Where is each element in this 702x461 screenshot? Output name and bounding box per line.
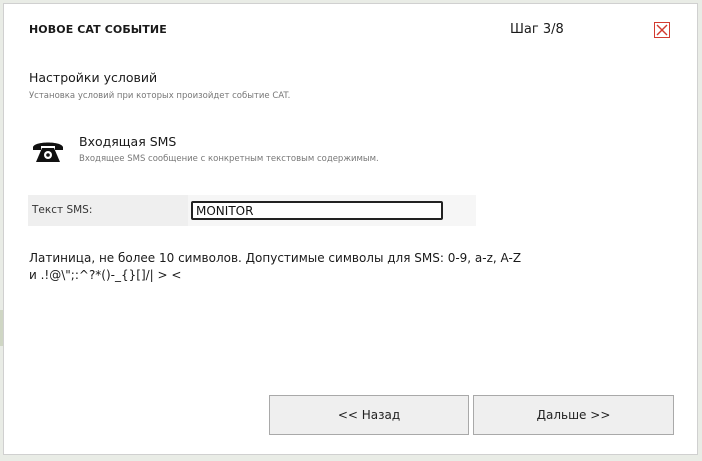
close-icon [656, 24, 668, 36]
hint-line-1: Латиница, не более 10 символов. Допустим… [29, 251, 522, 265]
sms-text-row: Текст SMS: [28, 195, 476, 226]
step-indicator: Шаг 3/8 [510, 22, 564, 37]
dialog-title: НОВОЕ CAT СОБЫТИЕ [29, 23, 167, 36]
section-title: Настройки условий [29, 70, 158, 85]
sms-text-cell [188, 195, 476, 226]
event-title: Входящая SMS [79, 134, 177, 149]
back-button[interactable]: << Назад [269, 395, 469, 435]
phone-icon [32, 138, 64, 166]
close-button[interactable] [654, 22, 670, 38]
new-cat-event-dialog: НОВОЕ CAT СОБЫТИЕ Шаг 3/8 Настройки усло… [3, 3, 698, 455]
sms-text-input[interactable] [191, 201, 443, 220]
next-button[interactable]: Дальше >> [473, 395, 674, 435]
section-subtitle: Установка условий при которых произойдет… [29, 91, 291, 101]
event-subtitle: Входящее SMS сообщение с конкретным текс… [79, 154, 379, 164]
hint-text: Латиница, не более 10 символов. Допустим… [29, 250, 589, 284]
hint-line-2: и .!@\";:^?*()-_{}[]/| > < [29, 268, 182, 282]
sms-text-label: Текст SMS: [32, 204, 93, 216]
